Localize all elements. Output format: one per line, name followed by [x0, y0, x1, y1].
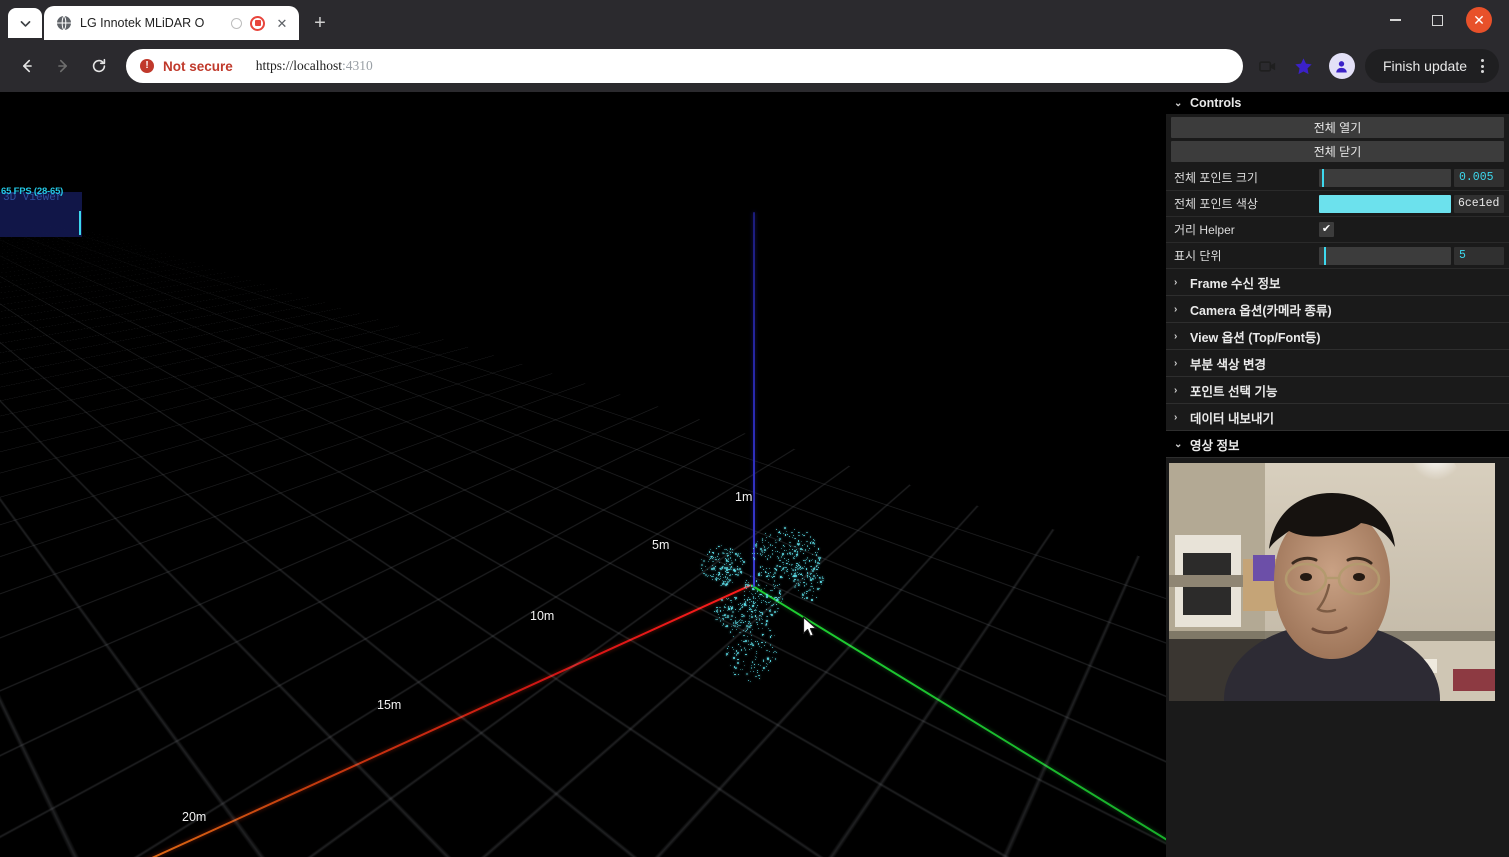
- section-header-0[interactable]: › Frame 수신 정보: [1166, 269, 1509, 296]
- section-header-4[interactable]: › 포인트 선택 기능: [1166, 377, 1509, 404]
- section-label: Camera 옵션(카메라 종류): [1190, 303, 1332, 318]
- not-secure-icon: !: [140, 59, 154, 73]
- tab-strip: LG Innotek MLiDAR O ✕ + ✕: [0, 0, 1509, 40]
- minimize-icon[interactable]: [1375, 0, 1415, 40]
- controls-panel-header[interactable]: ⌄ Controls: [1166, 92, 1509, 114]
- globe-icon: [57, 15, 71, 31]
- browser-toolbar: ! Not secure https://localhost:4310 Fini…: [0, 40, 1509, 92]
- star-icon: [1295, 57, 1313, 74]
- section-label: 데이터 내보내기: [1190, 411, 1274, 426]
- control-label: 전체 포인트 색상: [1174, 197, 1258, 211]
- section-label: Frame 수신 정보: [1190, 276, 1281, 291]
- forward-button[interactable]: [46, 49, 80, 83]
- chevron-down-icon: [20, 20, 30, 27]
- person-icon: [1336, 60, 1348, 72]
- new-tab-button[interactable]: +: [305, 8, 335, 38]
- point-cloud: [690, 517, 855, 707]
- controls-panel-title: Controls: [1190, 96, 1242, 110]
- section-label: View 옵션 (Top/Font등): [1190, 330, 1321, 345]
- tab-search-button[interactable]: [8, 8, 42, 38]
- finish-update-label: Finish update: [1382, 58, 1467, 74]
- reload-button[interactable]: [82, 49, 116, 83]
- control-label: 거리 Helper: [1174, 223, 1235, 237]
- section-header-3[interactable]: › 부분 색상 변경: [1166, 350, 1509, 377]
- section-header-6[interactable]: ⌄ 영상 정보: [1166, 431, 1509, 458]
- controls-panel-body: 전체 열기 전체 닫기 전체 포인트 크기 0.005 전체 포인트 색상 6c…: [1166, 117, 1509, 701]
- control-row-distance-helper: 거리 Helper ✔: [1166, 217, 1509, 243]
- section-label: 부분 색상 변경: [1190, 357, 1266, 372]
- window-close-button[interactable]: ✕: [1459, 0, 1499, 40]
- arrow-left-icon: [23, 59, 32, 73]
- record-icon[interactable]: [250, 15, 265, 31]
- section-header-1[interactable]: › Camera 옵션(카메라 종류): [1166, 296, 1509, 323]
- chevron-right-icon: ›: [1174, 357, 1178, 369]
- browser-window: LG Innotek MLiDAR O ✕ + ✕ ! Not secure h…: [0, 0, 1509, 857]
- lidar-3d-viewport[interactable]: 1m 5m 10m 15m 20m 3D Viewer 65 FPS (28-65): [0, 92, 1166, 857]
- section-label: 포인트 선택 기능: [1190, 384, 1278, 399]
- reload-icon: [92, 58, 106, 73]
- back-button[interactable]: [10, 49, 44, 83]
- window-controls: ✕: [1375, 0, 1509, 40]
- point-size-slider[interactable]: [1319, 168, 1451, 187]
- point-color-swatch[interactable]: [1319, 194, 1451, 213]
- mouse-pointer-icon: [802, 616, 817, 637]
- text-caret: [79, 211, 81, 235]
- control-label: 표시 단위: [1174, 249, 1222, 263]
- chevron-right-icon: ›: [1174, 303, 1178, 315]
- browser-tab[interactable]: LG Innotek MLiDAR O ✕: [44, 6, 299, 40]
- point-color-value[interactable]: 6ce1ed: [1454, 194, 1504, 213]
- close-icon[interactable]: ✕: [273, 14, 291, 32]
- control-row-point-color: 전체 포인트 색상 6ce1ed: [1166, 191, 1509, 217]
- controls-panel: ⌄ Controls 전체 열기 전체 닫기 전체 포인트 크기 0.005 전…: [1166, 92, 1509, 857]
- tab-title: LG Innotek MLiDAR O: [80, 16, 205, 30]
- chevron-down-icon: ⌄: [1174, 97, 1183, 109]
- screencast-icon: [1259, 60, 1276, 72]
- spinner-icon: [231, 17, 242, 29]
- chevron-right-icon: ›: [1174, 330, 1178, 342]
- fps-counter: 65 FPS (28-65): [1, 186, 64, 197]
- chevron-down-icon: ⌄: [1174, 438, 1183, 450]
- point-size-value[interactable]: 0.005: [1454, 168, 1504, 187]
- chevron-right-icon: ›: [1174, 276, 1178, 288]
- ground-grid: [0, 92, 1166, 857]
- security-badge: Not secure: [163, 58, 233, 74]
- maximize-icon[interactable]: [1417, 0, 1457, 40]
- arrow-right-icon: [58, 59, 67, 73]
- collapse-all-button[interactable]: 전체 닫기: [1171, 141, 1504, 162]
- accordion-sections: › Frame 수신 정보 › Camera 옵션(카메라 종류) › View 옵션 (…: [1166, 269, 1509, 458]
- kebab-menu-icon[interactable]: [1471, 54, 1493, 78]
- section-header-2[interactable]: › View 옵션 (Top/Font등): [1166, 323, 1509, 350]
- chevron-right-icon: ›: [1174, 384, 1178, 396]
- distance-helper-checkbox[interactable]: ✔: [1319, 222, 1334, 237]
- expand-all-button[interactable]: 전체 열기: [1171, 117, 1504, 138]
- section-label: 영상 정보: [1190, 438, 1240, 453]
- page-content: 1m 5m 10m 15m 20m 3D Viewer 65 FPS (28-65) ⌄…: [0, 92, 1509, 857]
- control-row-display-unit: 표시 단위 5: [1166, 243, 1509, 269]
- section-header-5[interactable]: › 데이터 내보내기: [1166, 404, 1509, 431]
- webcam-feed: [1169, 463, 1495, 701]
- url-text: https://localhost:4310: [255, 58, 373, 73]
- display-unit-value[interactable]: 5: [1454, 246, 1504, 265]
- chevron-right-icon: ›: [1174, 411, 1178, 423]
- display-unit-slider[interactable]: [1319, 246, 1451, 265]
- toolbar-right: Finish update: [1253, 49, 1499, 83]
- screencast-button[interactable]: [1253, 51, 1283, 81]
- control-row-point-size: 전체 포인트 크기 0.005: [1166, 165, 1509, 191]
- control-label: 전체 포인트 크기: [1174, 171, 1258, 185]
- profile-button[interactable]: [1328, 53, 1355, 79]
- webcam-image: [1169, 463, 1495, 701]
- finish-update-button[interactable]: Finish update: [1364, 49, 1499, 83]
- address-bar[interactable]: ! Not secure https://localhost:4310: [126, 49, 1243, 83]
- window-close-icon: ✕: [1466, 7, 1492, 33]
- bookmark-button[interactable]: [1289, 51, 1319, 81]
